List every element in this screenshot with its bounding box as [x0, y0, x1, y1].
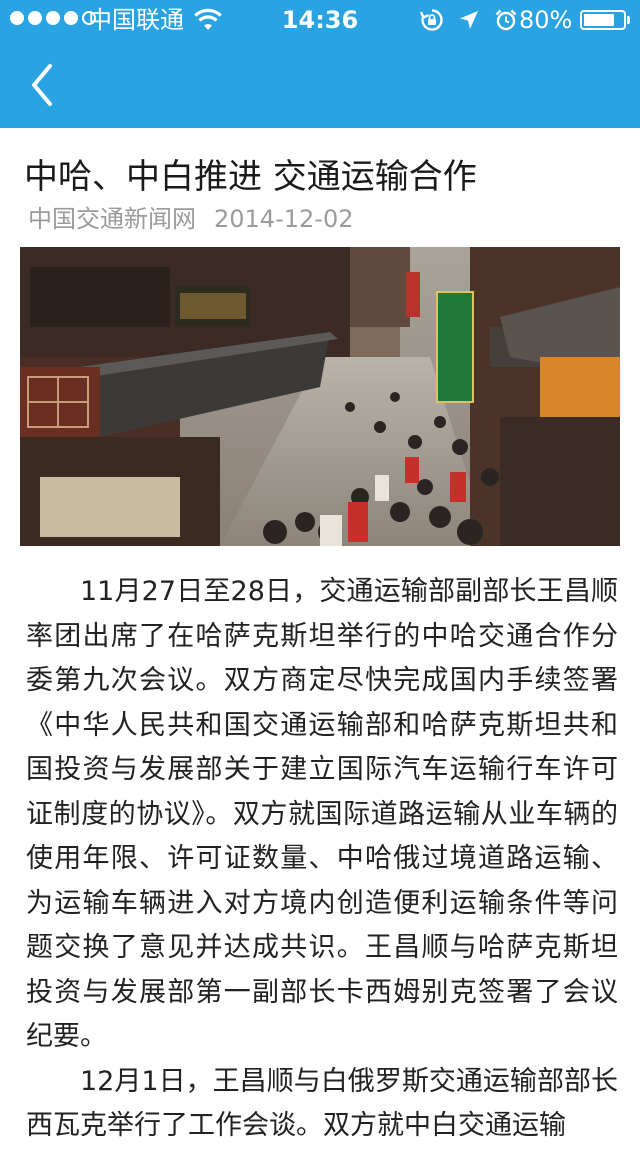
article-title: 中哈、中白推进 交通运输合作 [24, 157, 477, 197]
status-bar: 中国联通 14:36 80% [0, 0, 640, 40]
article-paragraph: 11月27日至28日，交通运输部副部长王昌顺率团出席了在哈萨克斯坦举行的中哈交通… [26, 576, 618, 1052]
article-body: 11月27日至28日，交通运输部副部长王昌顺率团出席了在哈萨克斯坦举行的中哈交通… [26, 570, 618, 1149]
signal-dot [46, 11, 60, 25]
wifi-icon [194, 8, 222, 30]
battery-level [584, 14, 614, 26]
top-bar: 中国联通 14:36 80% [0, 0, 640, 128]
carrier-name: 中国联通 [88, 6, 184, 34]
alarm-clock-icon [495, 9, 517, 31]
rotation-lock-icon [420, 9, 443, 31]
battery-icon [580, 10, 630, 30]
signal-dot [10, 11, 24, 25]
article-image[interactable] [20, 247, 620, 546]
signal-dot [64, 11, 78, 25]
back-button[interactable] [22, 58, 66, 112]
battery-nub [627, 16, 630, 24]
signal-dot [28, 11, 42, 25]
article-paragraph: 12月1日，王昌顺与白俄罗斯交通运输部部长西瓦克举行了工作会谈。双方就中白交通运… [26, 1065, 618, 1142]
street-photo [20, 247, 620, 546]
battery-percent: 80% [519, 6, 573, 34]
article-source: 中国交通新闻网 [28, 205, 196, 233]
article-date: 2014-12-02 [214, 205, 354, 233]
location-arrow-icon [460, 11, 478, 29]
chevron-left-icon [32, 64, 52, 106]
signal-strength-icon [10, 11, 96, 25]
article-meta: 中国交通新闻网 2014-12-02 [28, 204, 353, 234]
